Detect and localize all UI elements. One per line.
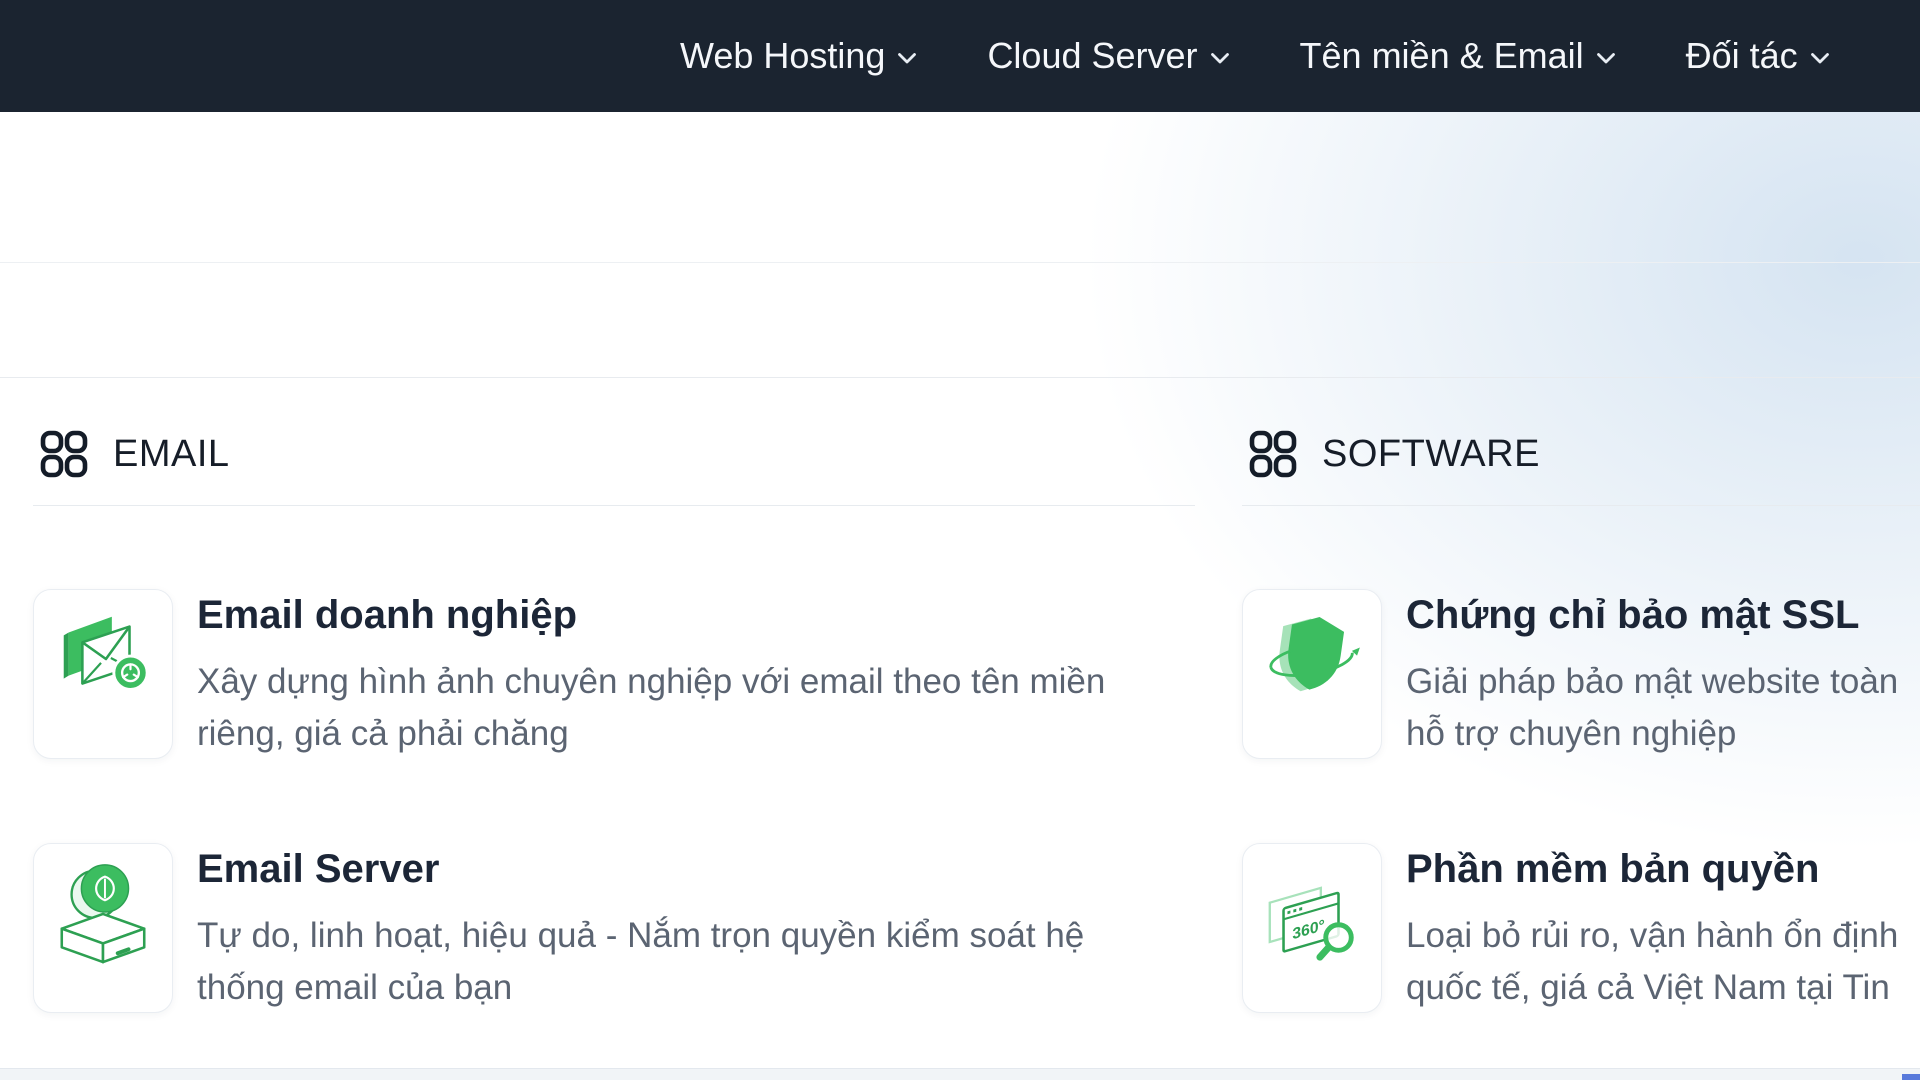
nav-item-label: Cloud Server (987, 35, 1197, 77)
nav-item-label: Đối tác (1686, 35, 1798, 77)
section-heading: EMAIL (113, 433, 230, 476)
bottom-right-accent (1902, 1074, 1920, 1080)
main-navbar: Web Hosting Cloud Server Tên miền & Emai… (0, 0, 1920, 112)
section-heading: SOFTWARE (1322, 433, 1540, 476)
chevron-down-icon (897, 52, 917, 65)
icon-card (33, 843, 173, 1013)
nav-item-web-hosting[interactable]: Web Hosting (680, 35, 917, 77)
chevron-down-icon (1810, 52, 1830, 65)
icon-card (33, 589, 173, 759)
item-text: Chứng chỉ bảo mật SSL Giải pháp bảo mật … (1406, 589, 1920, 760)
menu-item-email-doanh-nghiep[interactable]: Email doanh nghiệp Xây dựng hình ảnh chu… (33, 589, 1297, 760)
section-divider (33, 505, 1195, 506)
nav-item-domain-email[interactable]: Tên miền & Email (1300, 35, 1616, 77)
software-section-header: SOFTWARE (1242, 429, 1920, 479)
grid-icon (40, 430, 88, 478)
menu-item-email-server[interactable]: Email Server Tự do, linh hoạt, hiệu quả … (33, 843, 1297, 1014)
chevron-down-icon (1596, 52, 1616, 65)
email-section-header: EMAIL (33, 429, 1195, 479)
email-business-icon (49, 602, 157, 714)
item-description: Giải pháp bảo mật website toàn hỗ trợ ch… (1406, 656, 1920, 760)
icon-card: 360° (1242, 843, 1382, 1013)
ssl-shield-icon (1258, 602, 1366, 714)
nav-items: Web Hosting Cloud Server Tên miền & Emai… (680, 0, 1830, 112)
nav-item-partner[interactable]: Đối tác (1686, 35, 1830, 77)
item-title: Chứng chỉ bảo mật SSL (1406, 591, 1920, 639)
item-description: Loại bỏ rủi ro, vận hành ổn định quốc tế… (1406, 910, 1920, 1014)
bottom-page-edge (0, 1068, 1920, 1080)
item-title: Email doanh nghiệp (197, 591, 1297, 639)
menu-column-software: SOFTWARE Chứng chỉ bảo mật SSL Giải pháp… (1242, 429, 1920, 479)
menu-column-email: EMAIL Email doanh nghiệp Xây dựng hình ả… (33, 429, 1195, 479)
section-divider (1242, 505, 1920, 506)
item-title: Email Server (197, 845, 1297, 893)
email-server-icon (49, 856, 157, 968)
item-text: Phần mềm bản quyền Loại bỏ rủi ro, vận h… (1406, 843, 1920, 1014)
item-text: Email doanh nghiệp Xây dựng hình ảnh chu… (197, 589, 1297, 760)
icon-card (1242, 589, 1382, 759)
horizontal-divider-upper (0, 262, 1920, 263)
item-title: Phần mềm bản quyền (1406, 845, 1920, 893)
grid-icon (1249, 430, 1297, 478)
nav-item-cloud-server[interactable]: Cloud Server (987, 35, 1229, 77)
item-description: Tự do, linh hoạt, hiệu quả - Nắm trọn qu… (197, 910, 1297, 1014)
dropdown-top-divider (0, 377, 1920, 378)
item-text: Email Server Tự do, linh hoạt, hiệu quả … (197, 843, 1297, 1014)
menu-item-ssl[interactable]: Chứng chỉ bảo mật SSL Giải pháp bảo mật … (1242, 589, 1920, 760)
nav-item-label: Tên miền & Email (1300, 35, 1584, 77)
item-description: Xây dựng hình ảnh chuyên nghiệp với emai… (197, 656, 1297, 760)
chevron-down-icon (1210, 52, 1230, 65)
software-360-icon: 360° (1258, 856, 1366, 968)
nav-item-label: Web Hosting (680, 35, 885, 77)
menu-item-phan-mem[interactable]: 360° Phần mềm bản quyền Loại bỏ rủi ro, … (1242, 843, 1920, 1014)
